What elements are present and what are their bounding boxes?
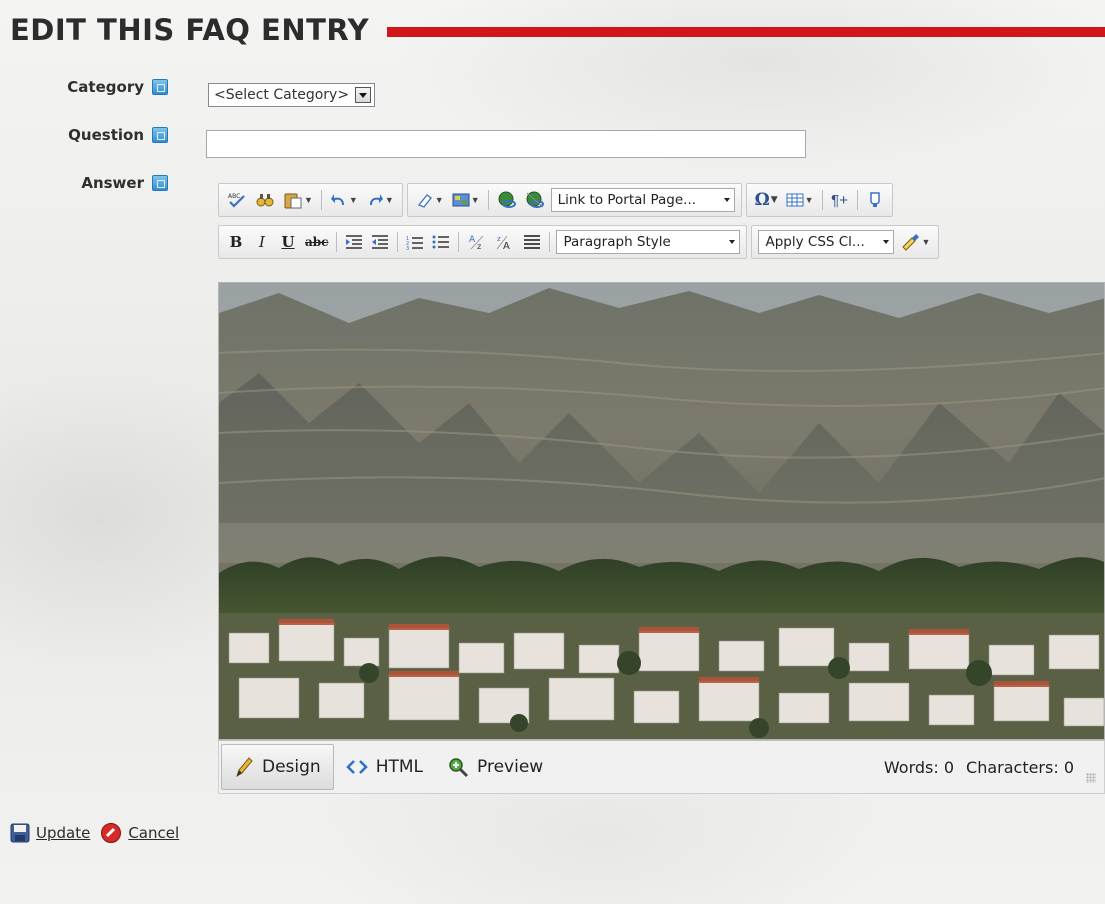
question-help-icon[interactable] bbox=[152, 127, 168, 143]
paragraph-style-label: Paragraph Style bbox=[563, 234, 671, 250]
redo-icon[interactable]: ▼ bbox=[364, 188, 396, 212]
paragraph-style-dropdown[interactable]: Paragraph Style bbox=[556, 230, 741, 254]
chevron-down-icon bbox=[883, 240, 890, 244]
question-label-row: Question bbox=[28, 124, 168, 146]
update-label: Update bbox=[36, 824, 91, 842]
editor-content-area[interactable] bbox=[218, 282, 1105, 740]
toolbar-group-extra: Ω ▼ ▼ ¶+ bbox=[745, 183, 893, 217]
format-stripper-icon[interactable] bbox=[864, 188, 886, 212]
category-select[interactable]: <Select Category> bbox=[208, 83, 376, 107]
question-label: Question bbox=[68, 126, 144, 144]
resize-grip-icon[interactable] bbox=[1086, 773, 1096, 783]
toolbar-row-2: B I U abc 123 Az zA Paragraph Style Appl… bbox=[218, 224, 940, 260]
save-disk-icon bbox=[10, 823, 30, 843]
answer-help-icon[interactable] bbox=[152, 175, 168, 191]
tab-html[interactable]: HTML bbox=[334, 744, 435, 790]
form-actions: Update Cancel bbox=[10, 822, 179, 844]
magnifier-icon bbox=[449, 758, 469, 778]
link-to-portal-dropdown[interactable]: Link to Portal Page... bbox=[550, 188, 735, 212]
image-manager-icon[interactable]: ▼ bbox=[450, 188, 482, 212]
cancel-label: Cancel bbox=[128, 824, 180, 842]
landscape-photo bbox=[219, 283, 1104, 739]
rich-text-editor: ABC ▼ ▼ ▼ ▼ ▼ Link to Portal Page... Ω ▼… bbox=[218, 182, 1105, 796]
find-replace-icon[interactable] bbox=[253, 188, 277, 212]
toolbar-group-format: B I U abc 123 Az zA Paragraph Style bbox=[218, 225, 748, 259]
chevron-down-icon bbox=[729, 240, 736, 244]
word-count: Words: 0 bbox=[883, 757, 955, 777]
toolbar-separator bbox=[320, 190, 322, 210]
toolbar-separator bbox=[856, 190, 858, 210]
numbered-list-icon[interactable]: 123 bbox=[404, 230, 426, 254]
css-class-label: Apply CSS Cl... bbox=[765, 234, 865, 250]
tab-design[interactable]: Design bbox=[221, 744, 334, 790]
special-characters-icon[interactable]: Ω ▼ bbox=[753, 188, 780, 212]
cancel-button[interactable]: Cancel bbox=[100, 822, 179, 844]
format-painter-icon[interactable]: ▼ bbox=[898, 230, 932, 254]
toolbar-group-insert: ▼ ▼ Link to Portal Page... bbox=[406, 183, 742, 217]
link-dropdown-label: Link to Portal Page... bbox=[557, 192, 697, 208]
svg-text:z: z bbox=[477, 242, 481, 251]
cancel-icon bbox=[101, 823, 122, 843]
code-brackets-icon bbox=[345, 760, 368, 774]
answer-label-row: Answer bbox=[28, 172, 168, 194]
paste-icon[interactable]: ▼ bbox=[281, 188, 315, 212]
toolbar-row-1: ABC ▼ ▼ ▼ ▼ ▼ Link to Portal Page... Ω ▼… bbox=[218, 182, 893, 218]
toolbar-separator bbox=[549, 232, 551, 252]
indent-icon[interactable] bbox=[343, 230, 365, 254]
align-justify-icon[interactable] bbox=[521, 230, 543, 254]
svg-text:3: 3 bbox=[406, 246, 409, 250]
undo-icon[interactable]: ▼ bbox=[328, 188, 360, 212]
toolbar-group-css: Apply CSS Cl... ▼ bbox=[751, 225, 940, 259]
page-header: EDIT THIS FAQ ENTRY bbox=[10, 10, 1105, 50]
tab-html-label: HTML bbox=[375, 757, 424, 777]
toolbar-separator bbox=[458, 232, 460, 252]
category-label-row: Category bbox=[28, 76, 168, 98]
svg-text:A: A bbox=[469, 235, 476, 245]
eraser-icon[interactable]: ▼ bbox=[414, 188, 446, 212]
question-input[interactable] bbox=[206, 130, 806, 158]
apply-css-class-dropdown[interactable]: Apply CSS Cl... bbox=[758, 230, 895, 254]
toolbar-group-edit: ABC ▼ ▼ ▼ bbox=[218, 183, 403, 217]
category-select-value: <Select Category> bbox=[214, 87, 350, 103]
bold-button[interactable]: B bbox=[225, 230, 247, 254]
svg-text:z: z bbox=[497, 235, 501, 243]
table-icon[interactable]: ▼ bbox=[784, 188, 816, 212]
chevron-down-icon[interactable] bbox=[355, 87, 372, 103]
strikethrough-button[interactable]: abc bbox=[303, 230, 330, 254]
page-title: EDIT THIS FAQ ENTRY bbox=[10, 13, 370, 47]
svg-text:A: A bbox=[503, 241, 510, 251]
subscript-icon[interactable]: zA bbox=[493, 230, 517, 254]
category-help-icon[interactable] bbox=[152, 79, 168, 95]
tab-design-label: Design bbox=[262, 757, 321, 777]
tab-preview-label: Preview bbox=[477, 757, 544, 777]
editor-mode-bar: Design HTML Preview Words: 0 Characters:… bbox=[218, 740, 1105, 794]
chevron-down-icon bbox=[723, 198, 730, 202]
spellcheck-icon[interactable]: ABC bbox=[225, 188, 249, 212]
answer-label: Answer bbox=[81, 174, 144, 192]
svg-text:ABC: ABC bbox=[228, 193, 240, 200]
character-count: Characters: 0 bbox=[966, 757, 1074, 777]
remove-link-icon[interactable] bbox=[523, 188, 547, 212]
bulleted-list-icon[interactable] bbox=[430, 230, 452, 254]
toolbar-separator bbox=[397, 232, 399, 252]
paragraph-marks-icon[interactable]: ¶+ bbox=[829, 188, 851, 212]
toolbar-separator bbox=[487, 190, 489, 210]
word-character-counts: Words: 0 Characters: 0 bbox=[884, 758, 1074, 777]
italic-button[interactable]: I bbox=[251, 230, 273, 254]
title-rule bbox=[387, 27, 1105, 37]
category-label: Category bbox=[67, 78, 144, 96]
tab-preview[interactable]: Preview bbox=[435, 744, 555, 790]
toolbar-separator bbox=[821, 190, 823, 210]
pencil-icon bbox=[236, 757, 253, 778]
outdent-icon[interactable] bbox=[369, 230, 391, 254]
hyperlink-icon[interactable] bbox=[495, 188, 519, 212]
toolbar-separator bbox=[336, 232, 338, 252]
underline-button[interactable]: U bbox=[277, 230, 299, 254]
update-button[interactable]: Update bbox=[10, 823, 90, 843]
superscript-icon[interactable]: Az bbox=[465, 230, 489, 254]
